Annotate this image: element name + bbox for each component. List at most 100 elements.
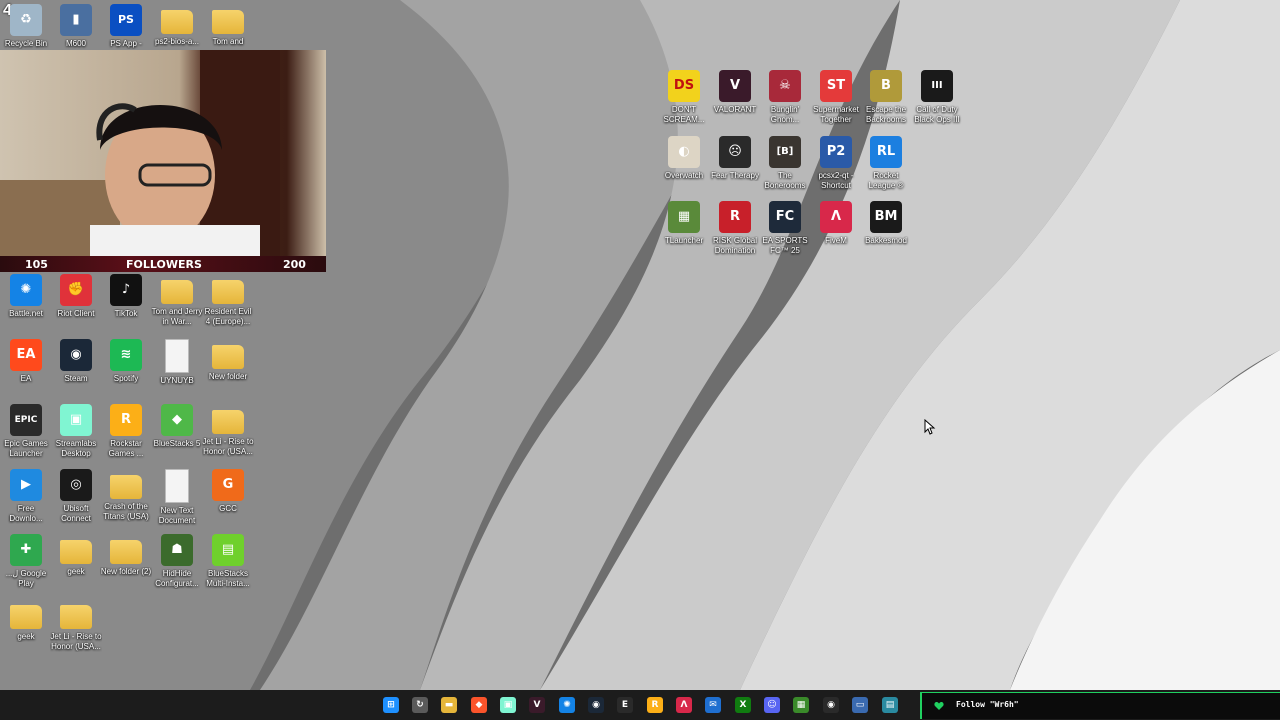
refresh-icon[interactable]: ↻ <box>412 697 428 713</box>
desktop-icon-label: Rocket League ® <box>868 171 904 190</box>
desktop-game-icon[interactable]: [B] The Bonerooms <box>759 132 811 191</box>
desktop-icon[interactable]: geek <box>50 530 102 577</box>
desktop-icon-label: M600 <box>65 39 86 48</box>
desktop-icon-label: BlueStacks 5 <box>153 439 201 448</box>
desktop-icon-label: ...ل Google Play <box>5 569 47 588</box>
mouse-icon: ▮ <box>60 4 92 36</box>
desktop-game-icon[interactable]: Λ FiveM <box>810 197 862 246</box>
desktop-icon[interactable]: ◆ BlueStacks 5 <box>151 400 203 449</box>
streamlabs-icon[interactable]: ▣ <box>500 697 516 713</box>
desktop-icon-label: EA <box>20 374 32 383</box>
call-of-duty-icon: III <box>921 70 953 102</box>
desktop-game-icon[interactable]: III Call of Duty Black Ops III <box>911 66 963 125</box>
valorant-icon[interactable]: V <box>529 697 545 713</box>
desktop-icon-label: Tom and <box>212 37 244 46</box>
desktop-icon-label: geek <box>17 632 35 641</box>
minecraft-icon[interactable]: ▦ <box>793 697 809 713</box>
window-icon[interactable]: ▭ <box>852 697 868 713</box>
desktop-icon[interactable]: Resident Evil 4 (Europe)... <box>202 270 254 327</box>
rocket-league-icon: RL <box>870 136 902 168</box>
desktop-game-icon[interactable]: FC EA SPORTS FC™ 25 <box>759 197 811 256</box>
desktop-icon[interactable]: ✚ ...ل Google Play <box>0 530 52 589</box>
desktop-icon[interactable]: ▣ Streamlabs Desktop <box>50 400 102 459</box>
desktop-icon-label: Riot Client <box>57 309 95 318</box>
bluestacks-icon: ◆ <box>161 404 193 436</box>
desktop-icon[interactable]: New folder (2) <box>100 530 152 577</box>
pcsx2-icon: P2 <box>820 136 852 168</box>
webcam-feed <box>0 50 326 256</box>
desktop-icon[interactable]: Crash of the Titans (USA) <box>100 465 152 522</box>
desktop-game-icon[interactable]: ◐ Overwatch <box>658 132 710 181</box>
desktop-game-icon[interactable]: B Escape the Backrooms <box>860 66 912 125</box>
desktop-icon[interactable]: ◎ Ubisoft Connect <box>50 465 102 524</box>
desktop-icon-recycle-bin[interactable]: ♻ Recycle Bin <box>0 0 52 49</box>
spotify-icon: ≋ <box>110 339 142 371</box>
desktop-game-icon[interactable]: DS DON'T SCREAM... <box>658 66 710 125</box>
desktop-icon-ps2-bios[interactable]: ps2-bios-a... <box>151 0 203 47</box>
desktop-game-icon[interactable]: ☹ Fear Therapy <box>709 132 761 181</box>
desktop-icon-label: Resident Evil 4 (Europe)... <box>204 307 252 326</box>
desktop-icon[interactable]: ✊ Riot Client <box>50 270 102 319</box>
obs-icon[interactable]: ◉ <box>823 697 839 713</box>
bluestacks-multi-instance-icon: ▤ <box>212 534 244 566</box>
desktop-icon[interactable]: ◉ Steam <box>50 335 102 384</box>
epic-games-icon[interactable]: E <box>617 697 633 713</box>
ubisoft-icon: ◎ <box>60 469 92 501</box>
desktop-icon-label: Call of Duty Black Ops III <box>914 105 960 124</box>
desktop-game-icon[interactable]: ☠ Bunglin' Gnom... <box>759 66 811 125</box>
brave-browser-icon[interactable]: ◆ <box>471 697 487 713</box>
desktop-icon-label: Free Downlo... <box>9 504 43 523</box>
desktop-game-icon[interactable]: BM Bakkesmod <box>860 197 912 246</box>
desktop-game-icon[interactable]: ▦ TLauncher <box>658 197 710 246</box>
desktop-icon[interactable]: ▶ Free Downlo... <box>0 465 52 524</box>
desktop-game-icon[interactable]: RL Rocket League ® <box>860 132 912 191</box>
desktop-icon-label: geek <box>67 567 85 576</box>
discord-icon[interactable]: ☺ <box>764 697 780 713</box>
desktop-icon[interactable]: ♪ TikTok <box>100 270 152 319</box>
desktop-icon-label: Jet Li - Rise to Honor (USA... <box>50 632 102 651</box>
desktop-icon[interactable]: G GCC <box>202 465 254 514</box>
desktop-icon-label: Rockstar Games ... <box>108 439 144 458</box>
outlook-icon[interactable]: ✉ <box>705 697 721 713</box>
folder-icon <box>212 345 244 369</box>
desktop-icon[interactable]: ✺ Battle.net <box>0 270 52 319</box>
terminal-icon[interactable]: ▤ <box>882 697 898 713</box>
mouse-cursor-icon <box>924 419 936 435</box>
desktop-icon[interactable]: geek <box>0 595 52 642</box>
desktop-game-icon[interactable]: R RISK Global Domination <box>709 197 761 256</box>
desktop-icon[interactable]: UYNUYB <box>151 335 203 386</box>
file-explorer-icon[interactable]: ▬ <box>441 697 457 713</box>
desktop-icon[interactable]: ☗ HidHide Configurat... <box>151 530 203 589</box>
desktop-icon[interactable]: ≋ Spotify <box>100 335 152 384</box>
desktop-icon-label: VALORANT <box>713 105 757 114</box>
desktop-icon-label: Ubisoft Connect <box>61 504 91 523</box>
fear-therapy-icon: ☹ <box>719 136 751 168</box>
desktop-icon[interactable]: New Text Document <box>151 465 203 526</box>
desktop-game-icon[interactable]: V VALORANT <box>709 66 761 115</box>
follow-alert-text: Follow "Wr6h" <box>956 700 1019 709</box>
steam-icon[interactable]: ◉ <box>588 697 604 713</box>
xbox-icon[interactable]: X <box>735 697 751 713</box>
rockstar-icon[interactable]: R <box>647 697 663 713</box>
folder-icon <box>110 475 142 499</box>
valorant-icon: V <box>719 70 751 102</box>
desktop-icon[interactable]: R Rockstar Games ... <box>100 400 152 459</box>
desktop-icon-tom-and[interactable]: Tom and <box>202 0 254 47</box>
desktop-icon[interactable]: Jet Li - Rise to Honor (USA... <box>202 400 254 457</box>
desktop-icon-label: New folder <box>208 372 248 381</box>
start-icon[interactable]: ⊞ <box>383 697 399 713</box>
desktop-icon-m600[interactable]: ▮ M600 <box>50 0 102 49</box>
desktop-game-icon[interactable]: ST Supermarket Together <box>810 66 862 125</box>
fivem-icon[interactable]: Λ <box>676 697 692 713</box>
desktop-icon[interactable]: New folder <box>202 335 254 382</box>
desktop-icon[interactable]: EA EA <box>0 335 52 384</box>
folder-icon <box>60 605 92 629</box>
desktop-icon[interactable]: Jet Li - Rise to Honor (USA... <box>50 595 102 652</box>
desktop-icon[interactable]: EPIC Epic Games Launcher <box>0 400 52 459</box>
desktop-icon-ps-app[interactable]: PS PS App - <box>100 0 152 49</box>
desktop-icon[interactable]: Tom and Jerry in War... <box>151 270 203 327</box>
desktop-game-icon[interactable]: P2 pcsx2-qt - Shortcut <box>810 132 862 191</box>
battlenet-icon[interactable]: ✺ <box>559 697 575 713</box>
bonerooms-icon: [B] <box>769 136 801 168</box>
desktop-icon[interactable]: ▤ BlueStacks Multi-Insta... <box>202 530 254 589</box>
